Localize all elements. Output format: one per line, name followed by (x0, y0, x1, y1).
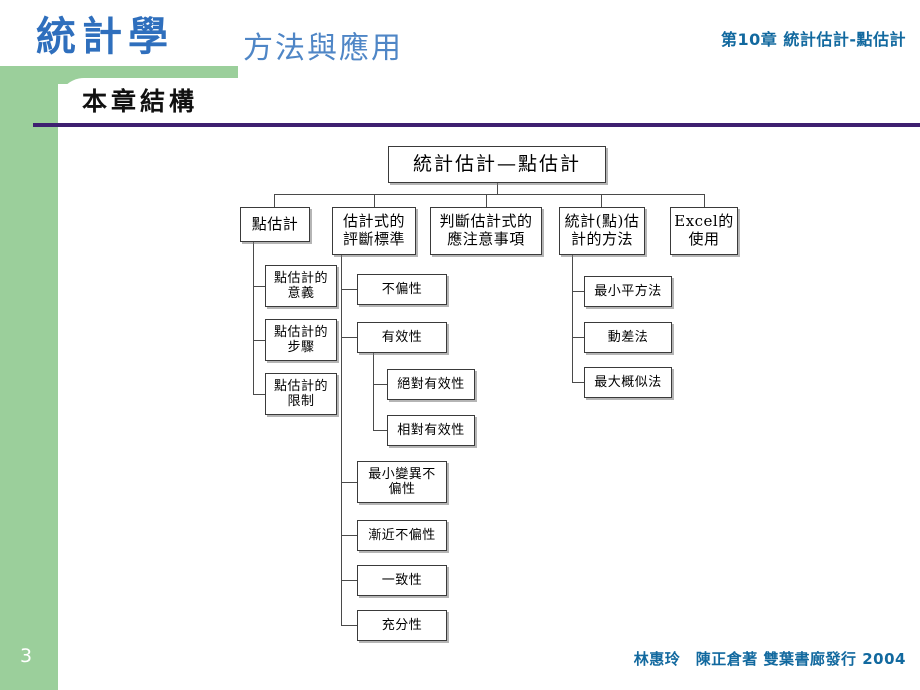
connector-branch-me-2 (572, 337, 584, 338)
connector-branch-cr-1 (341, 289, 357, 290)
connector-branch-me-1 (572, 291, 584, 292)
diagram-node-pe-steps: 點估計的 步驟 (265, 319, 337, 361)
diagram-node-criteria-line2: 評斷標準 (342, 230, 405, 248)
connector-spine-criteria (341, 255, 342, 625)
diagram-node-moments-label: 動差法 (607, 329, 649, 345)
credit-line: 林惠玲 陳正倉著 雙葉書廊發行 2004 (633, 650, 906, 668)
diagram-node-excel-line1: Excel的 (674, 212, 734, 231)
connector-level2-bus (274, 194, 704, 195)
connector-drop-l2-4 (601, 194, 602, 207)
connector-spine-efficiency (373, 353, 374, 431)
connector-branch-me-3 (572, 382, 584, 383)
diagram-node-methods-line2: 計的方法 (570, 230, 633, 248)
diagram-node-pe-meaning-line2: 意義 (287, 286, 315, 301)
diagram-node-relative-efficiency: 相對有效性 (387, 415, 475, 446)
connector-branch-cr-5 (341, 580, 357, 581)
connector-branch-ef-2 (373, 430, 387, 431)
connector-branch-pe-1 (253, 286, 265, 287)
connector-drop-l2-3 (486, 194, 487, 207)
connector-spine-methods (572, 255, 573, 383)
diagram-node-criteria-line1: 估計式的 (342, 212, 405, 231)
diagram-node-pe-limits-line1: 點估計的 (273, 378, 328, 394)
diagram-node-asymptotic-unbiasedness-label: 漸近不偏性 (368, 527, 436, 543)
diagram-node-moments: 動差法 (584, 322, 672, 353)
diagram-node-pe-meaning-line1: 點估計的 (273, 270, 328, 286)
diagram-node-least-squares-label: 最小平方法 (594, 283, 662, 299)
diagram-node-root-label: 統計估計—點估計 (412, 153, 581, 176)
diagram-node-mle-label: 最大概似法 (594, 374, 662, 390)
brand-title: 統計學 (36, 13, 174, 60)
diagram-node-efficiency: 有效性 (357, 322, 447, 353)
diagram-node-consistency: 一致性 (357, 565, 447, 596)
diagram-node-mle: 最大概似法 (584, 367, 672, 398)
diagram-node-unbiasedness: 不偏性 (357, 274, 447, 305)
diagram-node-root: 統計估計—點估計 (388, 146, 606, 183)
diagram-node-sufficiency: 充分性 (357, 610, 447, 641)
diagram-node-pe-steps-line1: 點估計的 (273, 324, 328, 340)
diagram-node-mvue-line2: 偏性 (388, 482, 416, 497)
diagram-node-excel: Excel的 使用 (670, 207, 738, 255)
connector-branch-ef-1 (373, 384, 387, 385)
connector-drop-l2-2 (374, 194, 375, 207)
connector-branch-cr-6 (341, 625, 357, 626)
connector-branch-cr-4 (341, 535, 357, 536)
diagram-node-mvue-line1: 最小變異不 (368, 466, 436, 482)
diagram-node-least-squares: 最小平方法 (584, 276, 672, 307)
diagram-node-consistency-label: 一致性 (381, 572, 423, 588)
brand-subtitle: 方法與應用 (243, 31, 403, 66)
connector-spine-point-estimate (253, 242, 254, 394)
diagram-node-point-estimate: 點估計 (240, 207, 310, 242)
page-number: 3 (20, 645, 33, 667)
diagram-node-absolute-efficiency: 絕對有效性 (387, 369, 475, 400)
diagram-node-pe-steps-line2: 步驟 (287, 340, 315, 355)
diagram-node-mvue: 最小變異不 偏性 (357, 461, 447, 503)
diagram-node-excel-line2: 使用 (688, 230, 720, 248)
connector-drop-l2-1 (274, 194, 275, 207)
connector-drop-l2-5 (704, 194, 705, 207)
page-title: 本章結構 (82, 87, 199, 116)
diagram-node-cautions-line2: 應注意事項 (447, 230, 525, 248)
diagram-node-unbiasedness-label: 不偏性 (381, 281, 423, 297)
diagram-node-criteria: 估計式的 評斷標準 (332, 207, 416, 255)
diagram-node-methods: 統計(點)估 計的方法 (559, 207, 645, 255)
diagram-node-pe-limits: 點估計的 限制 (265, 373, 337, 415)
connector-branch-cr-2 (341, 337, 357, 338)
diagram-node-asymptotic-unbiasedness: 漸近不偏性 (357, 520, 447, 551)
connector-branch-pe-3 (253, 394, 265, 395)
diagram-node-sufficiency-label: 充分性 (381, 617, 423, 633)
connector-branch-cr-3 (341, 482, 357, 483)
chapter-label: 第10章 統計估計-點估計 (721, 30, 906, 49)
diagram-node-relative-efficiency-label: 相對有效性 (397, 422, 465, 438)
purple-divider-rule (33, 123, 920, 127)
diagram-node-cautions: 判斷估計式的 應注意事項 (430, 207, 542, 255)
diagram-node-pe-meaning: 點估計的 意義 (265, 265, 337, 307)
diagram-node-absolute-efficiency-label: 絕對有效性 (397, 376, 465, 392)
diagram-node-efficiency-label: 有效性 (381, 329, 423, 345)
connector-branch-pe-2 (253, 340, 265, 341)
diagram-node-point-estimate-label: 點估計 (251, 214, 299, 233)
diagram-node-methods-line1: 統計(點)估 (564, 212, 640, 231)
diagram-node-pe-limits-line2: 限制 (287, 394, 315, 409)
diagram-node-cautions-line1: 判斷估計式的 (439, 212, 533, 231)
